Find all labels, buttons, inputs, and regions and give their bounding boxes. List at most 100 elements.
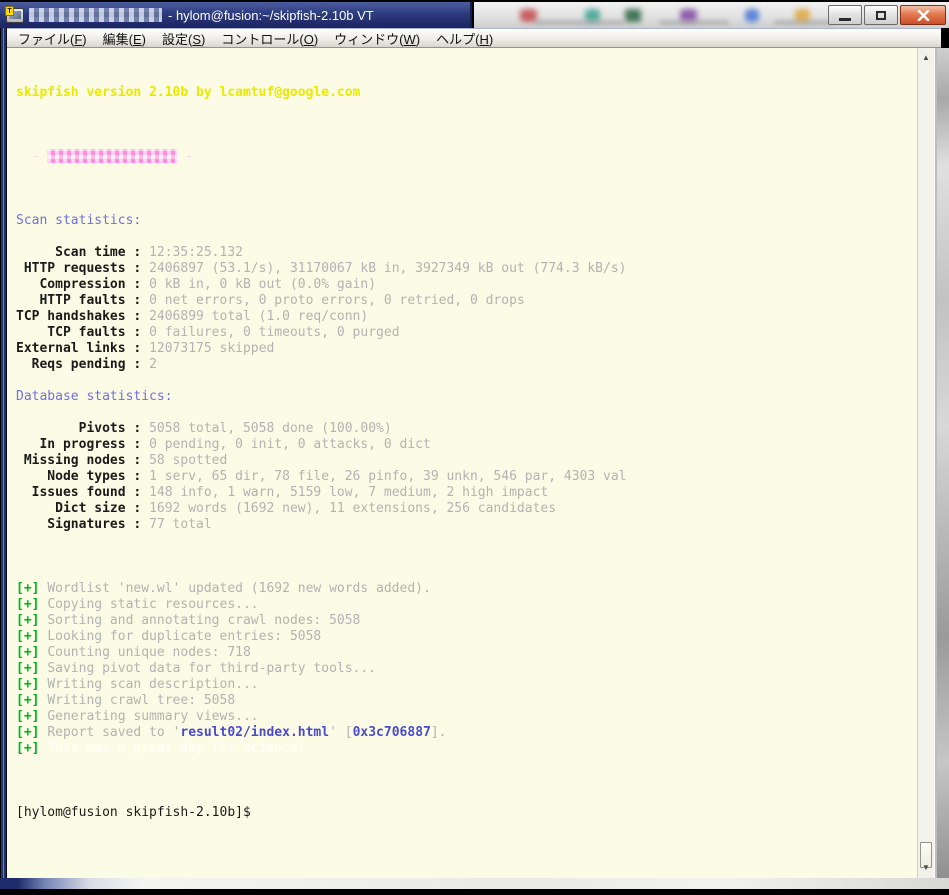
teraterm-badge: T bbox=[5, 5, 14, 16]
window-title: - hylom@fusion:~/skipfish-2.10b VT bbox=[168, 7, 374, 23]
stat-row: Reqs pending : 2 bbox=[16, 357, 917, 373]
redacted-target-line: - - bbox=[16, 149, 917, 165]
stat-row: External links : 12073175 skipped bbox=[16, 341, 917, 357]
stat-value: 77 total bbox=[149, 517, 212, 532]
log-text: Writing crawl tree: 5058 bbox=[47, 693, 236, 708]
section-title: Database statistics: bbox=[16, 389, 173, 404]
menu-item-w[interactable]: ウィンドウ(W) bbox=[326, 28, 428, 49]
stat-row: Node types : 1 serv, 65 dir, 78 file, 26… bbox=[16, 469, 917, 485]
log-text: Copying static resources... bbox=[47, 597, 259, 612]
statistics-blocks: Scan statistics: Scan time : 12:35:25.13… bbox=[16, 213, 917, 533]
stat-row: TCP faults : 0 failures, 0 timeouts, 0 p… bbox=[16, 325, 917, 341]
stat-label: Scan time : bbox=[16, 245, 150, 260]
menu-item-f[interactable]: ファイル(F) bbox=[10, 28, 95, 49]
stat-label: TCP handshakes : bbox=[16, 309, 150, 324]
log-line: [+] Looking for duplicate entries: 5058 bbox=[16, 629, 917, 645]
stat-label: Signatures : bbox=[16, 517, 150, 532]
target-decor: - bbox=[177, 149, 193, 164]
log-text: Saving pivot data for third-party tools.… bbox=[47, 661, 377, 676]
stat-row: HTTP faults : 0 net errors, 0 proto erro… bbox=[16, 293, 917, 309]
stat-value: 58 spotted bbox=[149, 453, 228, 468]
window-bottom-border bbox=[0, 878, 949, 889]
stat-value: 2406899 total (1.0 req/conn) bbox=[149, 309, 369, 324]
stat-value: 5058 total, 5058 done (100.00%) bbox=[149, 421, 392, 436]
menu-item-s[interactable]: 設定(S) bbox=[154, 28, 213, 49]
log-text: ' [ bbox=[329, 725, 353, 740]
stat-value: 2406897 (53.1/s), 31170067 kB in, 392734… bbox=[149, 261, 627, 276]
plus-marker: [+] bbox=[16, 709, 48, 724]
maximize-icon bbox=[876, 10, 886, 20]
redacted-target-ip-blur bbox=[47, 149, 178, 163]
log-line: [+] Wordlist 'new.wl' updated (1692 new … bbox=[16, 581, 917, 597]
stat-label: Compression : bbox=[16, 277, 150, 292]
stat-value: 12:35:25.132 bbox=[149, 245, 243, 260]
minimize-icon bbox=[839, 18, 851, 21]
blurred-favicon bbox=[745, 9, 759, 22]
title-bar[interactable]: T - hylom@fusion:~/skipfish-2.10b VT bbox=[0, 2, 949, 28]
vertical-scrollbar[interactable]: ▲ ▼ bbox=[917, 48, 934, 878]
log-line: [+] Counting unique nodes: 718 bbox=[16, 645, 917, 661]
stat-value: 148 info, 1 warn, 5159 low, 7 medium, 2 … bbox=[149, 485, 549, 500]
blurred-label bbox=[534, 20, 624, 25]
plus-marker: [+] bbox=[16, 661, 48, 676]
skipfish-banner: skipfish version 2.10b by lcamtuf@google… bbox=[16, 85, 361, 100]
log-line: [+] Writing scan description... bbox=[16, 677, 917, 693]
stat-value: 0 failures, 0 timeouts, 0 purged bbox=[149, 325, 400, 340]
menu-bar: ファイル(F) 編集(E) 設定(S) コントロール(O) ウィンドウ(W) ヘルプ(H) bbox=[0, 28, 941, 48]
section-title: Scan statistics: bbox=[16, 213, 142, 228]
log-text: Wordlist 'new.wl' updated (1692 new word… bbox=[47, 581, 431, 596]
log-text: Sorting and annotating crawl nodes: 5058 bbox=[47, 613, 361, 628]
stat-label: Pivots : bbox=[16, 421, 150, 436]
maximize-button[interactable] bbox=[864, 5, 898, 25]
minimize-button[interactable] bbox=[828, 5, 862, 25]
log-line: [+] Saving pivot data for third-party to… bbox=[16, 661, 917, 677]
log-text: Looking for duplicate entries: 5058 bbox=[47, 629, 322, 644]
stat-value: 0 net errors, 0 proto errors, 0 retried,… bbox=[149, 293, 525, 308]
menu-item-o[interactable]: コントロール(O) bbox=[213, 28, 326, 49]
stat-value: 0 kB in, 0 kB out (0.0% gain) bbox=[149, 277, 377, 292]
plus-marker: [+] bbox=[16, 629, 48, 644]
plus-marker: [+] bbox=[16, 725, 48, 740]
stat-row: Missing nodes : 58 spotted bbox=[16, 453, 917, 469]
log-text: Counting unique nodes: 718 bbox=[47, 645, 251, 660]
teraterm-terminal-icon: T bbox=[5, 5, 24, 23]
plus-marker: [+] bbox=[16, 597, 48, 612]
plus-marker: [+] bbox=[16, 613, 48, 628]
stat-row: Dict size : 1692 words (1692 new), 11 ex… bbox=[16, 501, 917, 517]
stat-row: Compression : 0 kB in, 0 kB out (0.0% ga… bbox=[16, 277, 917, 293]
log-line: [+] This was a great day for science! bbox=[16, 741, 917, 757]
log-text: Generating summary views... bbox=[47, 709, 259, 724]
blurred-label bbox=[774, 20, 834, 25]
plus-marker: [+] bbox=[16, 677, 48, 692]
title-redacted-ip-blur bbox=[29, 8, 162, 22]
stat-label: Issues found : bbox=[16, 485, 150, 500]
close-button[interactable] bbox=[900, 5, 946, 25]
stat-row: HTTP requests : 2406897 (53.1/s), 311700… bbox=[16, 261, 917, 277]
stat-value: 1692 words (1692 new), 11 extensions, 25… bbox=[149, 501, 557, 516]
log-line: [+] Sorting and annotating crawl nodes: … bbox=[16, 613, 917, 629]
log-lines: [+] Wordlist 'new.wl' updated (1692 new … bbox=[16, 581, 917, 757]
stat-label: HTTP requests : bbox=[16, 261, 150, 276]
log-line: [+] Copying static resources... bbox=[16, 597, 917, 613]
close-icon bbox=[917, 9, 929, 21]
stat-label: Missing nodes : bbox=[16, 453, 150, 468]
stat-label: HTTP faults : bbox=[16, 293, 150, 308]
terminal-screen[interactable]: skipfish version 2.10b by lcamtuf@google… bbox=[7, 48, 917, 878]
plus-marker: [+] bbox=[16, 581, 48, 596]
titlebar-active-area[interactable]: T - hylom@fusion:~/skipfish-2.10b VT bbox=[0, 2, 472, 28]
blurred-label bbox=[659, 20, 729, 25]
plus-marker: [+] bbox=[16, 645, 48, 660]
log-text: result02/index.html bbox=[180, 725, 330, 740]
menu-item-e[interactable]: 編集(E) bbox=[95, 28, 154, 49]
log-line: [+] Writing crawl tree: 5058 bbox=[16, 693, 917, 709]
log-text: ]. bbox=[430, 725, 447, 740]
stat-value: 0 pending, 0 init, 0 attacks, 0 dict bbox=[149, 437, 431, 452]
scroll-up-arrow-icon[interactable]: ▲ bbox=[918, 50, 934, 66]
log-line: [+] Generating summary views... bbox=[16, 709, 917, 725]
menu-item-h[interactable]: ヘルプ(H) bbox=[428, 28, 501, 49]
log-text: 0x3c706887 bbox=[352, 725, 431, 740]
stat-value: 1 serv, 65 dir, 78 file, 26 pinfo, 39 un… bbox=[149, 469, 627, 484]
scroll-down-arrow-icon[interactable]: ▼ bbox=[918, 860, 934, 876]
log-text: Writing scan description... bbox=[47, 677, 259, 692]
stat-label: In progress : bbox=[16, 437, 150, 452]
